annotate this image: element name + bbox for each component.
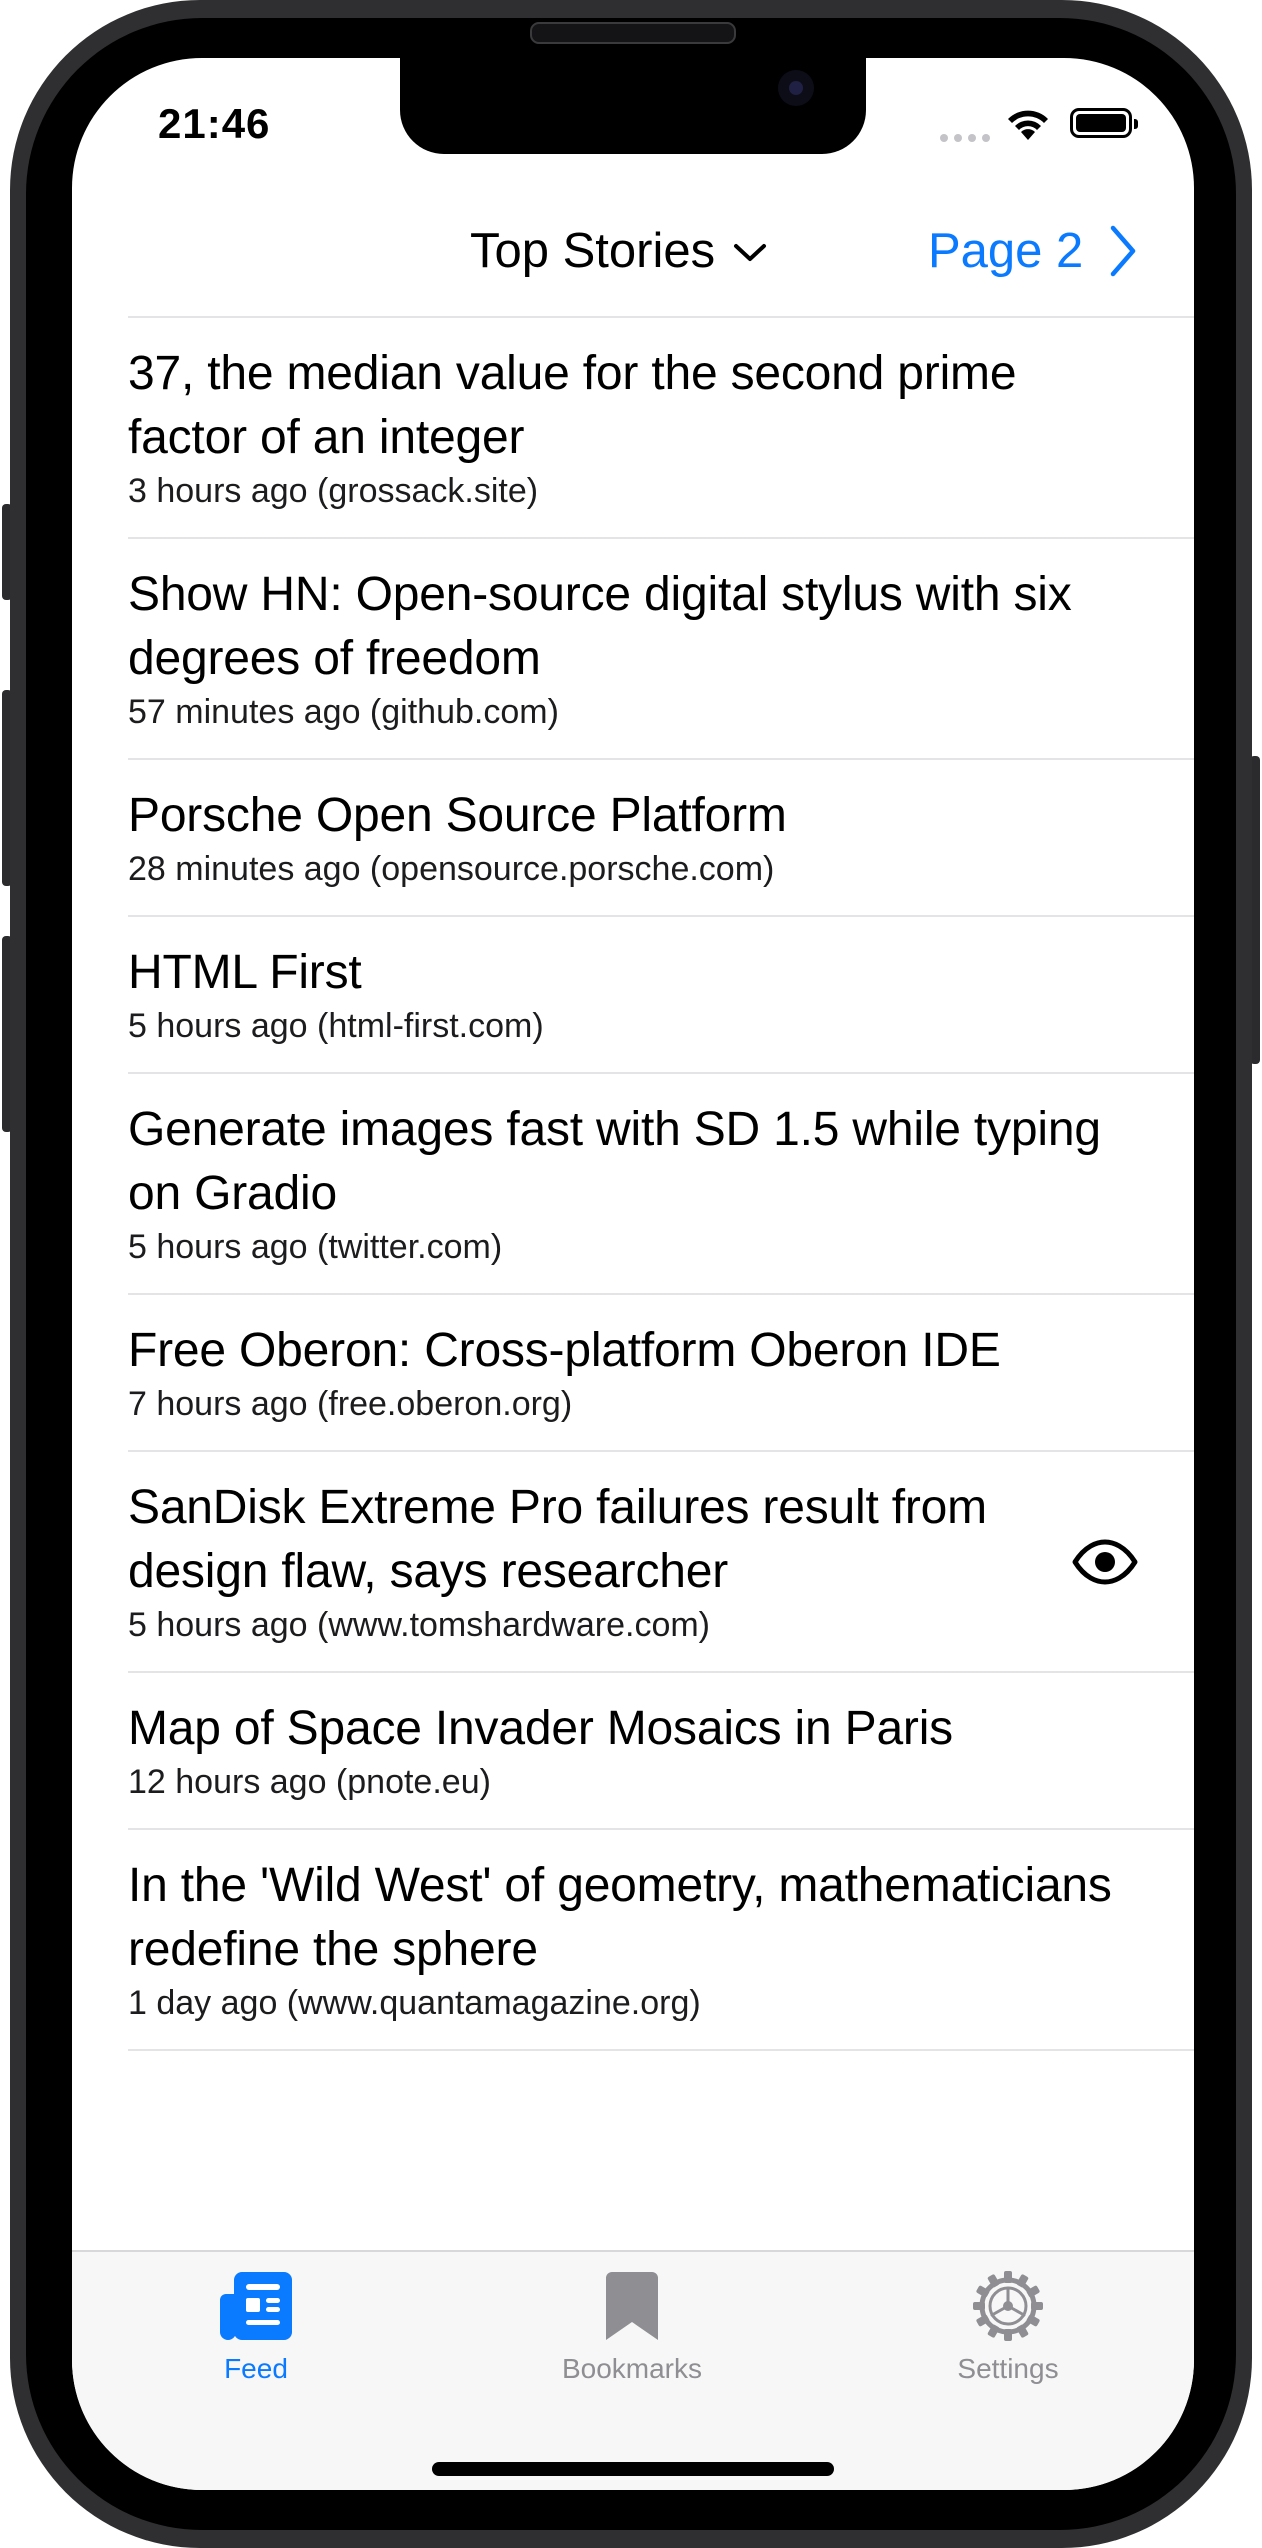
- eye-icon: [1072, 1539, 1138, 1584]
- story-title: Generate images fast with SD 1.5 while t…: [128, 1103, 1101, 1220]
- tab-label: Feed: [224, 2353, 288, 2384]
- tab-feed[interactable]: Feed: [146, 2270, 366, 2385]
- tab-bookmarks[interactable]: Bookmarks: [522, 2270, 742, 2385]
- cellular-signal-icon: [940, 134, 990, 142]
- page-label: Page 2: [928, 224, 1084, 278]
- dynamic-island-notch: [400, 58, 866, 154]
- story-meta: 57 minutes ago (github.com): [128, 693, 559, 731]
- story-meta: 3 hours ago (grossack.site): [128, 472, 539, 510]
- newspaper-icon: [220, 2272, 292, 2340]
- wifi-icon: [1008, 110, 1048, 140]
- story-title: Show HN: Open-source digital stylus with…: [128, 568, 1072, 685]
- next-page-button[interactable]: Page 2: [928, 223, 1137, 279]
- screen: 21:46 Top Stories Page 2 37, the median …: [72, 58, 1194, 2490]
- story-row[interactable]: In the 'Wild West' of geometry, mathemat…: [128, 1828, 1194, 2051]
- story-title: Map of Space Invader Mosaics in Paris: [128, 1702, 953, 1755]
- gear-icon: [973, 2271, 1043, 2341]
- feed-selector[interactable]: Top Stories: [470, 223, 767, 279]
- story-list: 37, the median value for the second prim…: [72, 316, 1194, 2051]
- nav-title: Top Stories: [470, 224, 716, 278]
- chevron-down-icon: [734, 244, 767, 261]
- status-time: 21:46: [158, 100, 271, 147]
- story-row[interactable]: Map of Space Invader Mosaics in Paris 12…: [128, 1671, 1194, 1828]
- home-indicator[interactable]: [432, 2462, 834, 2476]
- story-meta: 12 hours ago (pnote.eu): [128, 1763, 491, 1801]
- story-meta: 5 hours ago (html-first.com): [128, 1007, 544, 1045]
- chevron-right-icon: [1111, 225, 1136, 277]
- tab-label: Settings: [957, 2353, 1059, 2384]
- story-row[interactable]: 37, the median value for the second prim…: [128, 316, 1194, 537]
- story-title: Free Oberon: Cross-platform Oberon IDE: [128, 1324, 1001, 1377]
- front-camera: [778, 70, 814, 106]
- tab-settings[interactable]: Settings: [898, 2270, 1118, 2385]
- tab-label: Bookmarks: [561, 2353, 703, 2384]
- speaker-grille: [530, 22, 736, 44]
- story-title: HTML First: [128, 946, 362, 999]
- story-title: SanDisk Extreme Pro failures result from…: [128, 1481, 987, 1598]
- bookmark-icon: [606, 2272, 658, 2340]
- battery-icon: [1070, 108, 1138, 138]
- story-meta: 7 hours ago (free.oberon.org): [128, 1385, 573, 1423]
- story-row[interactable]: Show HN: Open-source digital stylus with…: [128, 537, 1194, 758]
- story-row[interactable]: SanDisk Extreme Pro failures result from…: [128, 1450, 1194, 1671]
- story-meta: 5 hours ago (www.tomshardware.com): [128, 1606, 711, 1644]
- story-row[interactable]: HTML First 5 hours ago (html-first.com): [128, 915, 1194, 1072]
- story-meta: 1 day ago (www.quantamagazine.org): [128, 1984, 701, 2022]
- story-row[interactable]: Porsche Open Source Platform 28 minutes …: [128, 758, 1194, 915]
- story-row[interactable]: Generate images fast with SD 1.5 while t…: [128, 1072, 1194, 1293]
- story-meta: 28 minutes ago (opensource.porsche.com): [128, 850, 775, 888]
- story-row[interactable]: Free Oberon: Cross-platform Oberon IDE 7…: [128, 1293, 1194, 1450]
- story-title: In the 'Wild West' of geometry, mathemat…: [128, 1859, 1112, 1976]
- device-frame: 21:46 Top Stories Page 2 37, the median …: [0, 0, 1262, 2548]
- tab-bar: Feed Bookmarks Settings: [72, 2250, 1194, 2490]
- story-title: Porsche Open Source Platform: [128, 789, 787, 842]
- story-meta: 5 hours ago (twitter.com): [128, 1228, 503, 1266]
- story-title: 37, the median value for the second prim…: [128, 347, 1017, 464]
